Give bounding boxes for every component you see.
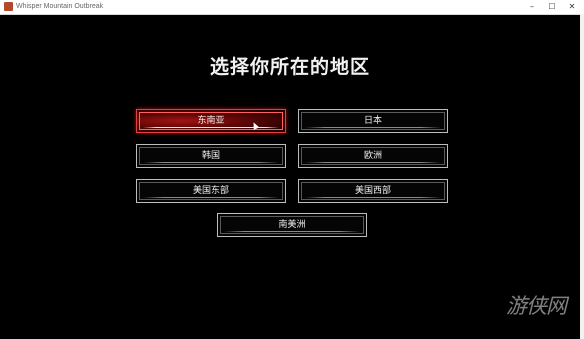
window-border	[580, 14, 584, 339]
region-button-europe[interactable]: 欧洲	[298, 144, 448, 168]
region-label: 韩国	[201, 151, 220, 161]
region-button-us-east[interactable]: 美国东部	[136, 179, 286, 203]
region-label: 南美洲	[278, 220, 306, 230]
button-underline	[224, 231, 360, 232]
button-underline	[305, 127, 441, 128]
window-titlebar[interactable]: Whisper Mountain Outbreak – ☐ ✕	[0, 0, 584, 15]
region-label: 日本	[363, 116, 382, 126]
button-underline	[143, 162, 279, 163]
button-underline	[305, 162, 441, 163]
region-label: 美国西部	[354, 186, 391, 196]
close-button[interactable]: ✕	[562, 0, 582, 14]
region-button-southeast-asia[interactable]: 东南亚	[136, 109, 286, 133]
button-underline	[143, 197, 279, 198]
button-underline	[305, 197, 441, 198]
region-label: 美国东部	[192, 186, 229, 196]
region-button-us-west[interactable]: 美国西部	[298, 179, 448, 203]
site-watermark: 游侠网	[506, 294, 567, 318]
minimize-button[interactable]: –	[522, 0, 542, 14]
region-button-japan[interactable]: 日本	[298, 109, 448, 133]
region-label: 东南亚	[197, 116, 225, 126]
window-title: Whisper Mountain Outbreak	[16, 3, 104, 10]
region-button-korea[interactable]: 韩国	[136, 144, 286, 168]
region-select-heading: 选择你所在的地区	[209, 56, 370, 78]
region-button-south-america[interactable]: 南美洲	[217, 213, 367, 237]
app-icon	[4, 2, 13, 11]
region-label: 欧洲	[363, 151, 382, 161]
maximize-button[interactable]: ☐	[542, 0, 562, 14]
